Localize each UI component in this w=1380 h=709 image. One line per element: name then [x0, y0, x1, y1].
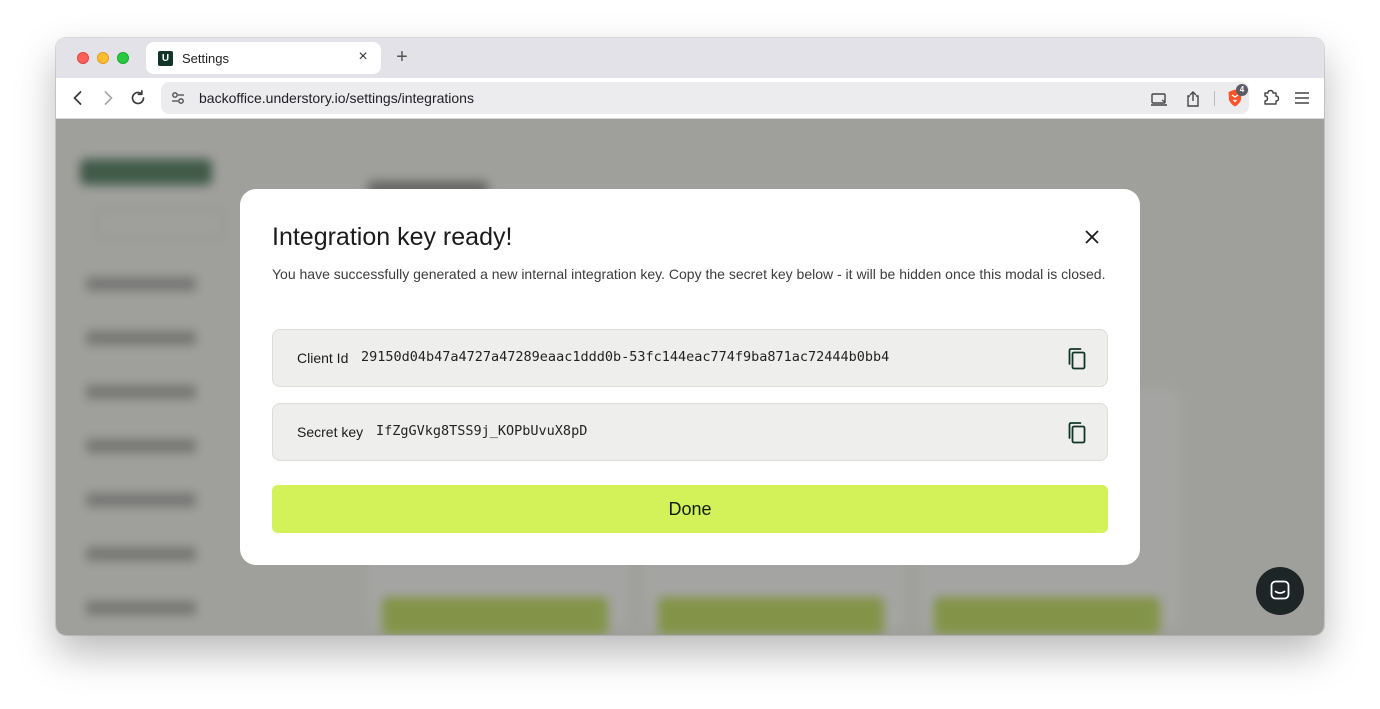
browser-toolbar: backoffice.understory.io/settings/integr…	[56, 78, 1324, 119]
modal-description: You have successfully generated a new in…	[272, 266, 1106, 282]
secret-key-value[interactable]: IfZgGVkg8TSS9j_KOPbUvuX8pD	[376, 423, 587, 439]
page-content: Integration key ready! You have successf…	[56, 119, 1324, 635]
extensions-icon[interactable]	[1261, 88, 1281, 108]
copy-icon[interactable]	[1065, 420, 1089, 446]
tab-close-icon[interactable]: ×	[355, 49, 371, 65]
minimize-window-button[interactable]	[97, 52, 109, 64]
tab-bar: U Settings × +	[56, 38, 1324, 78]
tab-settings[interactable]: U Settings ×	[146, 42, 381, 74]
new-tab-button[interactable]: +	[394, 47, 410, 67]
copy-icon[interactable]	[1065, 346, 1089, 372]
share-icon[interactable]	[1184, 90, 1202, 108]
zoom-window-button[interactable]	[117, 52, 129, 64]
chat-icon	[1270, 580, 1290, 600]
secret-key-field: Secret key IfZgGVkg8TSS9j_KOPbUvuX8pD	[272, 403, 1108, 461]
forward-icon[interactable]	[98, 88, 118, 108]
brave-badge: 4	[1236, 84, 1248, 96]
browser-window: U Settings × + backoffice.understory.io/…	[56, 38, 1324, 635]
close-icon[interactable]	[1080, 225, 1104, 249]
url-text: backoffice.understory.io/settings/integr…	[199, 90, 474, 106]
url-divider	[1214, 91, 1215, 106]
chat-launcher-button[interactable]	[1256, 567, 1304, 615]
secret-key-label: Secret key	[297, 424, 364, 440]
address-bar[interactable]: backoffice.understory.io/settings/integr…	[161, 82, 1249, 114]
done-button[interactable]: Done	[272, 485, 1108, 533]
client-id-label: Client Id	[297, 350, 349, 366]
site-settings-icon[interactable]	[170, 90, 186, 106]
close-window-button[interactable]	[77, 52, 89, 64]
reload-icon[interactable]	[128, 88, 148, 108]
favicon-icon: U	[158, 51, 173, 66]
client-id-value[interactable]: 29150d04b47a4727a47289eaac1ddd0b-53fc144…	[361, 349, 889, 365]
back-icon[interactable]	[68, 88, 88, 108]
cast-icon[interactable]	[1150, 90, 1168, 108]
client-id-field: Client Id 29150d04b47a4727a47289eaac1ddd…	[272, 329, 1108, 387]
integration-key-modal: Integration key ready! You have successf…	[240, 189, 1140, 565]
tab-title: Settings	[182, 51, 229, 66]
modal-title: Integration key ready!	[272, 223, 513, 251]
menu-icon[interactable]	[1292, 88, 1312, 108]
